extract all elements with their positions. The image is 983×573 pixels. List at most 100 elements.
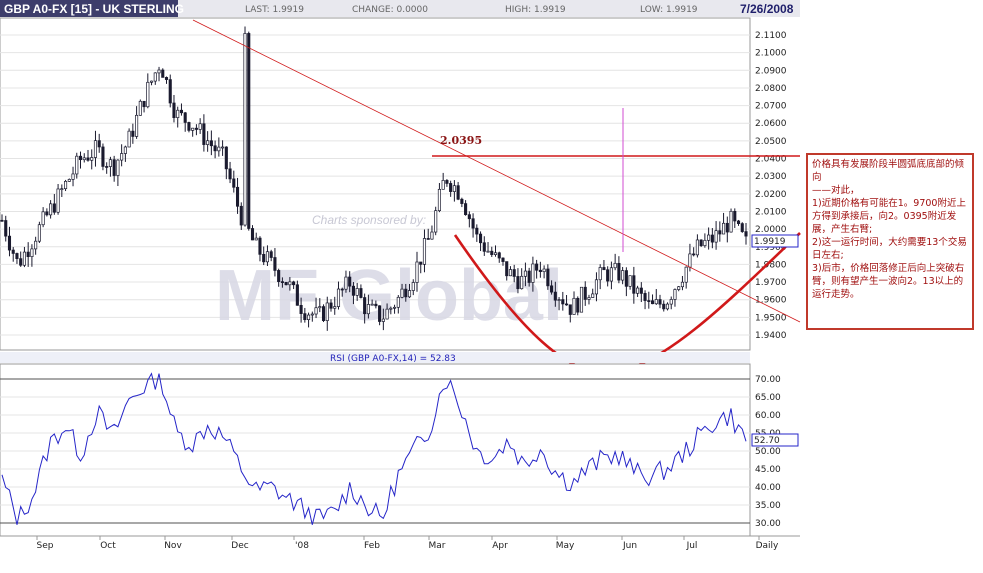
candle-body — [381, 318, 385, 322]
candle-body — [164, 77, 169, 80]
x-tick-label: Daily — [756, 541, 779, 551]
candle-body — [131, 130, 135, 137]
header-high: HIGH: 1.9919 — [505, 5, 566, 15]
rsi-tick-label: 40.00 — [755, 483, 781, 493]
candle-body — [606, 269, 610, 282]
candle-body — [307, 314, 311, 321]
note-line-2: ——对此， — [812, 185, 860, 196]
candle-body — [553, 291, 557, 301]
x-tick-label: Jun — [622, 541, 637, 551]
candle-body — [434, 210, 438, 233]
candle-body — [370, 303, 374, 306]
header-date: 7/26/2008 — [740, 2, 794, 16]
candle-body — [277, 270, 281, 282]
rsi-tick-label: 30.00 — [755, 519, 781, 529]
candle-body — [407, 290, 412, 298]
candle-body — [516, 276, 520, 290]
candle-body — [692, 253, 696, 256]
candle-body — [108, 159, 112, 167]
candle-body — [265, 251, 269, 263]
candle-body — [508, 269, 513, 277]
candle-body — [602, 267, 606, 271]
candle-body — [179, 109, 184, 114]
candle-body — [318, 306, 322, 309]
candle-body — [546, 268, 550, 287]
candle-body — [609, 267, 613, 282]
rsi-tick-label: 35.00 — [755, 501, 781, 511]
candle-body — [22, 251, 26, 266]
candle-body — [262, 253, 266, 263]
candle-body — [198, 123, 202, 130]
candle-body — [161, 69, 165, 78]
candle-body — [71, 173, 75, 180]
rsi-tick-label: 50.00 — [755, 447, 781, 457]
candle-body — [273, 257, 277, 271]
candle-body — [209, 140, 213, 147]
candle-body — [321, 306, 326, 321]
candle-body — [176, 109, 180, 118]
note-line-4: 2)这一运行时间，大约需要13个交易日左右; — [812, 237, 967, 261]
note-line-5: 3)后市，价格回落修正后向上突破右臂，则有望产生一波向2。13以上的运行走势。 — [812, 263, 965, 300]
candle-body — [146, 81, 150, 108]
candle-body — [333, 306, 337, 309]
price-tick-label: 2.0700 — [755, 102, 787, 112]
candle-body — [624, 270, 628, 287]
x-tick-label: Jul — [686, 541, 698, 551]
candle-body — [172, 102, 176, 118]
rsi-last-label: 52.70 — [754, 436, 780, 446]
candle-body — [733, 210, 737, 222]
candle-body — [202, 123, 206, 145]
candle-body — [344, 276, 348, 290]
candle-body — [7, 235, 12, 251]
candle-body — [688, 253, 692, 268]
candle-body — [224, 146, 228, 170]
candle-body — [45, 211, 49, 216]
candle-body — [486, 250, 490, 253]
candle-body — [673, 289, 677, 300]
analysis-note: 价格具有发展阶段半圆弧底底部的倾向 ——对此， 1)近期价格有可能在1。9700… — [806, 153, 974, 330]
candle-body — [232, 178, 236, 188]
candle-body — [116, 159, 120, 176]
candle-body — [643, 293, 647, 301]
candle-body — [557, 299, 561, 301]
candle-body — [512, 269, 516, 277]
candle-body — [217, 146, 221, 152]
price-tick-label: 2.0500 — [755, 137, 787, 147]
candle-body — [430, 231, 434, 240]
candle-body — [153, 72, 157, 82]
candle-body — [56, 188, 60, 213]
rsi-tick-label: 70.00 — [755, 375, 781, 385]
candle-body — [34, 240, 38, 250]
candle-body — [112, 159, 116, 176]
candle-body — [632, 275, 636, 294]
candle-body — [299, 304, 303, 314]
candle-body — [135, 114, 139, 137]
candle-body — [82, 157, 86, 161]
candle-body — [475, 227, 479, 235]
x-tick-label: May — [556, 541, 575, 551]
candle-body — [389, 307, 393, 310]
candle-body — [157, 69, 161, 74]
candle-body — [4, 220, 8, 237]
candle-body — [520, 275, 524, 290]
candle-body — [295, 284, 299, 306]
rsi-title: RSI (GBP A0-FX,14) = 52.83 — [330, 354, 456, 364]
candle-body — [617, 262, 621, 281]
candle-body — [680, 281, 684, 288]
candle-body — [243, 33, 247, 226]
candle-body — [385, 308, 389, 320]
candle-body — [11, 249, 15, 254]
candle-body — [149, 80, 154, 83]
last-price-label: 1.9919 — [754, 237, 786, 247]
price-tick-label: 2.0800 — [755, 84, 787, 94]
price-tick-label: 2.0000 — [755, 225, 787, 235]
candle-body — [699, 239, 703, 247]
candle-body — [258, 237, 262, 255]
candle-body — [194, 127, 198, 130]
candle-body — [97, 140, 101, 148]
candle-body — [729, 210, 733, 233]
candle-body — [449, 183, 453, 192]
candle-body — [505, 261, 509, 277]
candle-body — [576, 297, 580, 313]
candle-body — [378, 305, 382, 322]
